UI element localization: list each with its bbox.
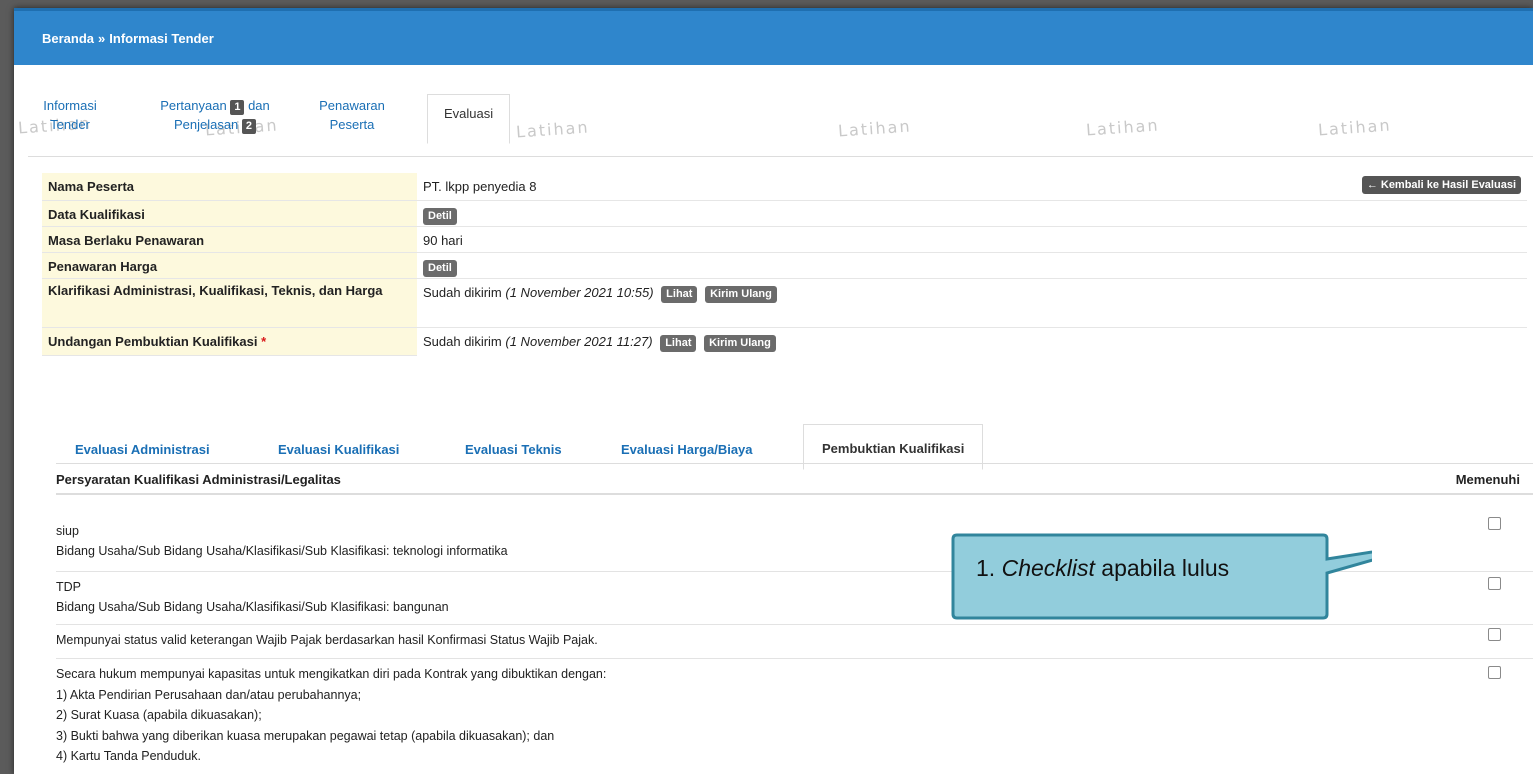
data-kualifikasi-label: Data Kualifikasi xyxy=(42,200,417,227)
requirement-detail: 4) Kartu Tanda Penduduk. xyxy=(56,749,202,763)
back-to-evaluation-button[interactable]: ← Kembali ke Hasil Evaluasi xyxy=(1361,176,1521,194)
nama-peserta-value: PT. lkpp penyedia 8 xyxy=(423,179,537,194)
memenuhi-checkbox[interactable] xyxy=(1488,517,1501,530)
tab-evaluasi[interactable]: Evaluasi xyxy=(427,94,511,144)
eval-tab-divider xyxy=(56,463,1533,464)
requirement-title: Mempunyai status valid keterangan Wajib … xyxy=(56,633,598,647)
masa-berlaku-value: 90 hari xyxy=(417,226,1527,253)
tab-evaluasi-teknis[interactable]: Evaluasi Teknis xyxy=(465,442,562,457)
requirements-header: Persyaratan Kualifikasi Administrasi/Leg… xyxy=(56,472,341,487)
masa-berlaku-label: Masa Berlaku Penawaran xyxy=(42,226,417,253)
tab-label: Tender xyxy=(50,117,90,132)
requirement-row: Mempunyai status valid keterangan Wajib … xyxy=(56,624,1533,650)
undangan-label: Undangan Pembuktian Kualifikasi xyxy=(48,333,258,349)
tab-informasi-tender[interactable]: Informasi Tender xyxy=(40,96,100,134)
klarifikasi-status: Sudah dikirim xyxy=(423,284,502,300)
lihat-klarifikasi-button[interactable]: Lihat xyxy=(661,285,698,303)
detil-harga-button[interactable]: Detil xyxy=(423,259,457,277)
header-divider xyxy=(56,493,1533,495)
question-count-badge: 1 xyxy=(230,100,245,115)
requirement-detail: 1) Akta Pendirian Perusahaan dan/atau pe… xyxy=(56,687,362,702)
undangan-date: (1 November 2021 11:27) xyxy=(505,333,653,349)
requirement-detail: 2) Surat Kuasa (apabila dikuasakan); xyxy=(56,708,262,722)
tab-label: Penjelasan xyxy=(173,117,239,132)
tab-label: Pertanyaan xyxy=(160,98,227,113)
breadcrumb-separator: » xyxy=(98,31,106,46)
tab-evaluasi-kualifikasi[interactable]: Evaluasi Kualifikasi xyxy=(278,442,399,457)
participant-info-table: Nama Peserta PT. lkpp penyedia 8 ← Kemba… xyxy=(42,173,1527,356)
memenuhi-checkbox[interactable] xyxy=(1488,577,1501,590)
tab-evaluasi-harga[interactable]: Evaluasi Harga/Biaya xyxy=(621,442,753,457)
tab-label: Informasi xyxy=(43,98,97,113)
undangan-status: Sudah dikirim xyxy=(423,333,502,349)
klarifikasi-label: Klarifikasi Administrasi, Kualifikasi, T… xyxy=(42,278,417,328)
memenuhi-checkbox[interactable] xyxy=(1488,628,1501,641)
nama-peserta-label: Nama Peserta xyxy=(42,173,417,201)
tab-label: Penawaran xyxy=(319,98,385,113)
kirim-ulang-undangan-button[interactable]: Kirim Ulang xyxy=(704,334,776,352)
tab-label: Peserta xyxy=(329,117,375,132)
memenuhi-checkbox[interactable] xyxy=(1488,666,1501,679)
tab-penawaran-peserta[interactable]: Penawaran Peserta xyxy=(316,96,388,134)
penawaran-harga-label: Penawaran Harga xyxy=(42,252,417,279)
callout-text: 1. Checklist apabila lulus xyxy=(976,555,1230,581)
tab-evaluasi-administrasi[interactable]: Evaluasi Administrasi xyxy=(75,442,210,457)
memenuhi-header: Memenuhi xyxy=(1455,472,1520,487)
requirement-detail: 3) Bukti bahwa yang diberikan kuasa meru… xyxy=(56,728,555,743)
breadcrumb: Beranda » Informasi Tender xyxy=(42,31,214,46)
required-mark: * xyxy=(261,333,267,349)
top-header-bar: Beranda » Informasi Tender xyxy=(14,8,1533,65)
kirim-ulang-klarifikasi-button[interactable]: Kirim Ulang xyxy=(705,285,777,303)
requirement-row: Secara hukum mempunyai kapasitas untuk m… xyxy=(56,658,1533,767)
lihat-undangan-button[interactable]: Lihat xyxy=(660,334,697,352)
tab-label: dan xyxy=(248,98,270,113)
requirement-title: Secara hukum mempunyai kapasitas untuk m… xyxy=(56,667,607,681)
tab-divider xyxy=(28,156,1533,157)
breadcrumb-current: Informasi Tender xyxy=(109,31,214,46)
explanation-count-badge: 2 xyxy=(241,119,257,134)
tab-pertanyaan-penjelasan[interactable]: Pertanyaan 1 dan Penjelasan 2 xyxy=(150,96,280,134)
klarifikasi-date: (1 November 2021 10:55) xyxy=(505,284,654,300)
detil-kualifikasi-button[interactable]: Detil xyxy=(423,207,457,225)
breadcrumb-home[interactable]: Beranda xyxy=(42,31,94,46)
